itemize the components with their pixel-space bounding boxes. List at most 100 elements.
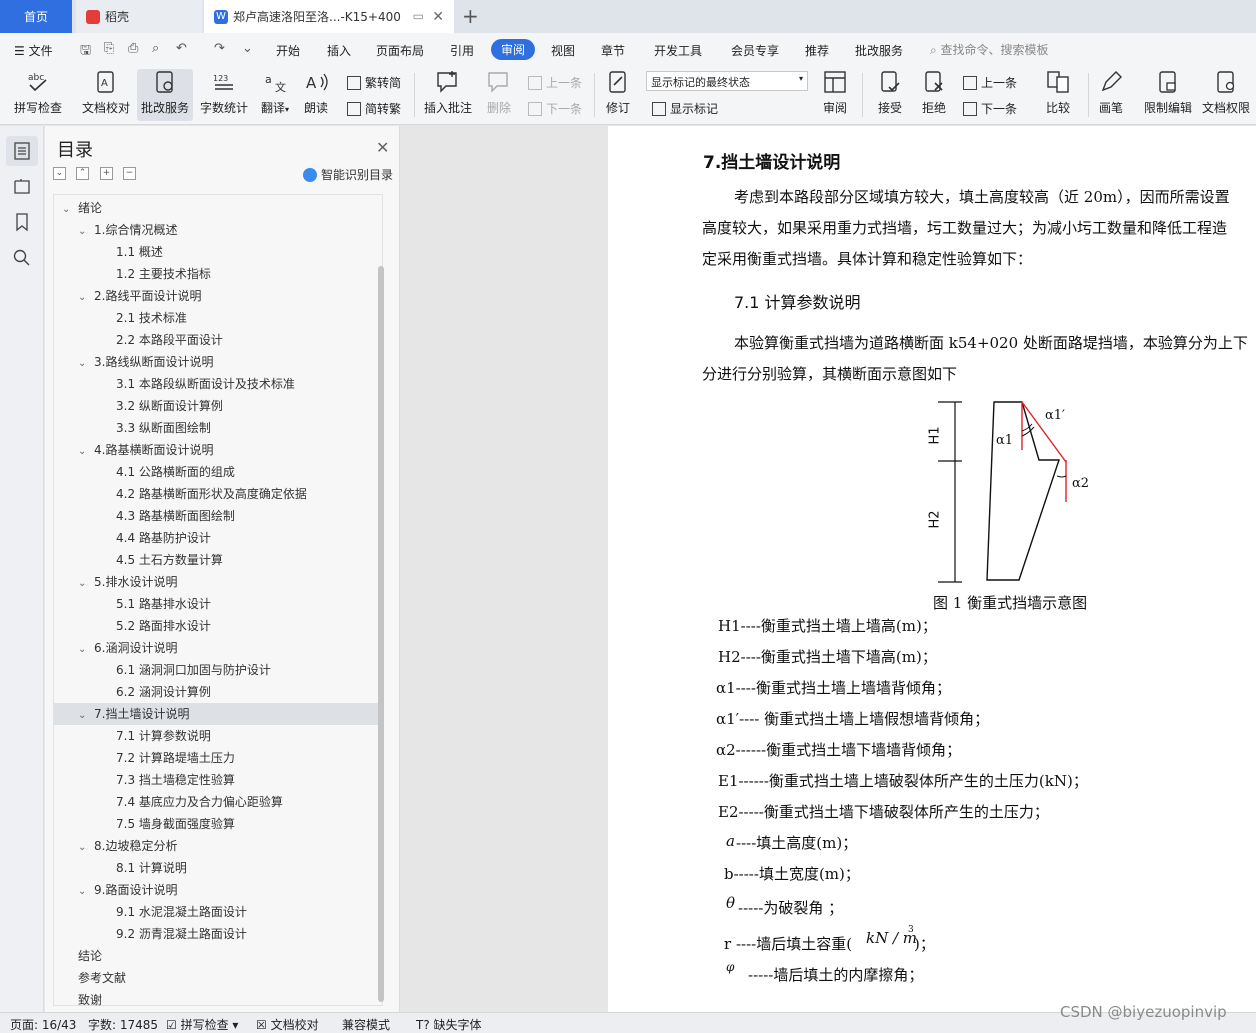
insert-comment-button[interactable]: 插入批注 [422,69,474,116]
toc-item[interactable]: 1.1 概述 [54,241,384,263]
toc-item[interactable]: 4.1 公路横断面的组成 [54,461,384,483]
tab-document[interactable]: W 郑卢高速洛阳至洛...-K15+400 ▭ ✕ [204,0,454,33]
preview-icon[interactable]: ⌕ [152,41,159,56]
toc-item[interactable]: 9.2 沥青混凝土路面设计 [54,923,384,945]
toc-item[interactable]: 7.1 计算参数说明 [54,725,384,747]
print-icon[interactable]: ⎙ [128,41,138,56]
remove-level-icon[interactable]: − [123,167,136,180]
toc-item[interactable]: 7.4 基底应力及合力偏心距验算 [54,791,384,813]
document-page[interactable]: 7.挡土墙设计说明 考虑到本路段部分区域填方较大，填土高度较高（近 20m），因… [608,126,1256,1012]
chevron-down-icon[interactable]: ⌄ [78,353,90,375]
next-comment-button[interactable]: 下一条 [528,100,582,117]
toc-item[interactable]: 4.5 土石方数量计算 [54,549,384,571]
word-count-indicator[interactable]: 字数: 17485 [88,1016,158,1033]
toc-item[interactable]: ⌄ 5.排水设计说明 [54,571,384,593]
menu-reference[interactable]: 引用 [450,42,474,59]
simp-to-trad-button[interactable]: 简转繁 [347,100,401,117]
read-aloud-button[interactable]: A 朗读 [298,69,334,116]
toc-item[interactable]: ⌄ 8.边坡稳定分析 [54,835,384,857]
chevron-down-icon[interactable]: ⌄ [62,199,74,221]
chevron-down-icon[interactable]: ⌄ [78,705,90,727]
toc-item[interactable]: 4.4 路基防护设计 [54,527,384,549]
file-menu[interactable]: ☰ 文件 [14,42,53,59]
toc-item[interactable]: ⌄ 7.挡土墙设计说明 [54,703,384,725]
translate-button[interactable]: a文 翻译▾ [256,69,294,116]
toc-item[interactable]: 3.3 纵断面图绘制 [54,417,384,439]
toc-item[interactable]: 7.2 计算路堤墙土压力 [54,747,384,769]
doc-permission-button[interactable]: 文档权限 [1198,69,1254,116]
spell-check-button[interactable]: abc 拼写检查 [10,69,66,116]
menu-review[interactable]: 审阅 [491,39,536,60]
toc-item[interactable]: 1.2 主要技术指标 [54,263,384,285]
reject-button[interactable]: 拒绝 [914,69,954,116]
toc-item[interactable]: ⌄ 3.路线纵断面设计说明 [54,351,384,373]
expand-all-icon[interactable]: ⌄ [53,167,66,180]
close-tab-icon[interactable]: ✕ [432,9,444,25]
markup-state-select[interactable]: 显示标记的最终状态 ▾ [646,71,808,91]
toc-item[interactable]: 5.2 路面排水设计 [54,615,384,637]
toc-item[interactable]: 7.5 墙身截面强度验算 [54,813,384,835]
toc-item[interactable]: 2.1 技术标准 [54,307,384,329]
status-doc-proof[interactable]: ☒ 文档校对 [256,1016,319,1033]
menu-devtools[interactable]: 开发工具 [654,42,702,59]
chevron-down-icon[interactable]: ⌄ [78,441,90,463]
window-icon[interactable]: ▭ [413,9,424,23]
chevron-down-icon[interactable]: ⌄ [78,837,90,859]
tab-daoke[interactable]: 稻壳 [76,0,202,33]
doc-proof-button[interactable]: A 文档校对 [80,69,132,116]
chevron-down-icon[interactable]: ⌄ [78,287,90,309]
toc-item[interactable]: ⌄ 6.涵洞设计说明 [54,637,384,659]
delete-comment-button[interactable]: 删除 [480,69,518,116]
new-tab-icon[interactable]: + [462,4,479,28]
next-change-button[interactable]: 下一条 [963,100,1017,117]
command-search[interactable]: ⌕ 查找命令、搜索模板 [930,41,1049,58]
search-icon[interactable] [12,248,32,268]
prev-comment-button[interactable]: 上一条 [528,74,582,91]
menu-layout[interactable]: 页面布局 [376,42,424,59]
toc-item[interactable]: ⌄ 绪论 [54,197,384,219]
toc-item[interactable]: 9.1 水泥混凝土路面设计 [54,901,384,923]
toc-item[interactable]: 7.3 挡土墙稳定性验算 [54,769,384,791]
toc-item[interactable]: ⌄ 2.路线平面设计说明 [54,285,384,307]
menu-correction[interactable]: 批改服务 [855,42,903,59]
save-icon[interactable]: 🖫 [80,41,91,63]
menu-insert[interactable]: 插入 [327,42,351,59]
menu-member[interactable]: 会员专享 [731,42,779,59]
correction-service-button[interactable]: 批改服务 [137,69,193,121]
toc-item[interactable]: 8.1 计算说明 [54,857,384,879]
translate-dropdown-icon[interactable]: ▾ [285,105,289,114]
toc-item[interactable]: 3.2 纵断面设计算例 [54,395,384,417]
toc-item[interactable]: 4.2 路基横断面形状及高度确定依据 [54,483,384,505]
toc-item[interactable]: 致谢 [54,989,384,1011]
restrict-edit-button[interactable]: 限制编辑 [1140,69,1196,116]
export-icon[interactable]: ⎘ [104,41,114,56]
chevron-down-icon[interactable]: ⌄ [78,573,90,595]
pen-button[interactable]: 画笔 [1094,69,1128,116]
menu-view[interactable]: 视图 [551,42,575,59]
menu-start[interactable]: 开始 [276,42,300,59]
review-button[interactable]: 审阅 [816,69,854,116]
toc-item[interactable]: 6.2 涵洞设计算例 [54,681,384,703]
toc-item[interactable]: 2.2 本路段平面设计 [54,329,384,351]
prev-change-button[interactable]: 上一条 [963,74,1017,91]
menu-chapter[interactable]: 章节 [601,42,625,59]
show-markup-button[interactable]: 显示标记 [652,100,718,117]
missing-font-button[interactable]: T? 缺失字体 [416,1016,482,1033]
toc-item[interactable]: ⌄ 4.路基横断面设计说明 [54,439,384,461]
toc-item[interactable]: 3.1 本路段纵断面设计及技术标准 [54,373,384,395]
toc-item[interactable]: 6.1 涵洞洞口加固与防护设计 [54,659,384,681]
toc-item[interactable]: 结论 [54,945,384,967]
page-indicator[interactable]: 页面: 16/43 [10,1016,76,1033]
chevron-down-icon[interactable]: ⌄ [78,881,90,903]
more-icon[interactable]: ⌄ [242,41,253,56]
close-icon[interactable]: ✕ [376,138,389,157]
toc-scrollbar[interactable] [378,266,384,1002]
bookmark-icon[interactable] [12,212,32,232]
tab-home[interactable]: 首页 [0,0,72,33]
menu-recommend[interactable]: 推荐 [805,42,829,59]
undo-icon[interactable]: ↶ [176,41,187,56]
toc-item[interactable]: 5.1 路基排水设计 [54,593,384,615]
chapter-icon[interactable] [12,176,32,196]
toc-icon[interactable] [12,141,32,161]
smart-toc-button[interactable]: 智能识别目录 [303,166,393,183]
